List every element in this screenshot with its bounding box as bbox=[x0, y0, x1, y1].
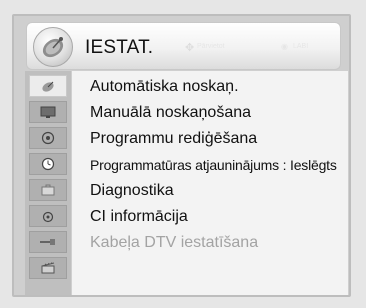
menu-icon-tile-software-update[interactable] bbox=[29, 153, 67, 175]
settings-menu-list: Automātiska noskaņ. Manuālā noskaņošana … bbox=[72, 71, 348, 295]
briefcase-icon bbox=[41, 184, 55, 196]
menu-icon-tile-diagnostics[interactable] bbox=[29, 179, 67, 201]
navigate-arrows-icon: ✥ bbox=[185, 42, 195, 54]
settings-dial-icon bbox=[41, 131, 55, 145]
menu-item-manual-tuning[interactable]: Manuālā noskaņošana bbox=[90, 104, 251, 122]
antenna-icon bbox=[42, 81, 54, 92]
menu-icon-column bbox=[25, 71, 71, 295]
menu-icon-tile-cable-dtv[interactable] bbox=[29, 231, 67, 253]
ok-hint: ◉ LABI bbox=[281, 42, 309, 51]
menu-item-diagnostics[interactable]: Diagnostika bbox=[90, 182, 174, 200]
tv-screen-icon bbox=[40, 106, 56, 118]
cable-icon bbox=[40, 239, 55, 245]
menu-icon-tile-ci-info[interactable] bbox=[29, 205, 67, 227]
navigate-hint: ✥ Pārvietot bbox=[185, 42, 225, 54]
menu-item-software-update-label: Programmatūras atjauninājums bbox=[90, 157, 279, 173]
menu-item-auto-tuning[interactable]: Automātiska noskaņ. bbox=[90, 78, 239, 96]
menu-item-program-edit[interactable]: Programmu rediģēšana bbox=[90, 130, 257, 148]
navigate-hint-label: Pārvietot bbox=[197, 43, 225, 50]
settings-window: IESTAT. ✥ Pārvietot ◉ LABI Automātiska n… bbox=[12, 14, 351, 297]
clock-icon bbox=[41, 157, 55, 171]
ok-hint-label: LABI bbox=[293, 43, 309, 50]
menu-icon-tile-program-edit[interactable] bbox=[29, 127, 67, 149]
menu-icon-tile-extra[interactable] bbox=[29, 257, 67, 279]
menu-item-ci-info[interactable]: CI informācija bbox=[90, 208, 188, 226]
film-clapper-icon bbox=[41, 262, 55, 274]
menu-icon-tile-manual-tuning[interactable] bbox=[29, 101, 67, 123]
page-title: IESTAT. bbox=[85, 37, 154, 58]
menu-header: IESTAT. ✥ Pārvietot ◉ LABI bbox=[26, 22, 341, 70]
menu-item-cable-dtv: Kabeļa DTV iestatīšana bbox=[90, 234, 259, 251]
lock-icon bbox=[42, 211, 54, 223]
ok-button-icon: ◉ bbox=[281, 42, 288, 51]
menu-icon-tile-auto-tuning[interactable] bbox=[29, 75, 67, 97]
menu-item-software-update-value: : Ieslēgts bbox=[282, 157, 337, 173]
menu-item-software-update[interactable]: Programmatūras atjauninājums : Ieslēgts bbox=[90, 157, 337, 173]
satellite-dish-icon bbox=[33, 27, 73, 67]
